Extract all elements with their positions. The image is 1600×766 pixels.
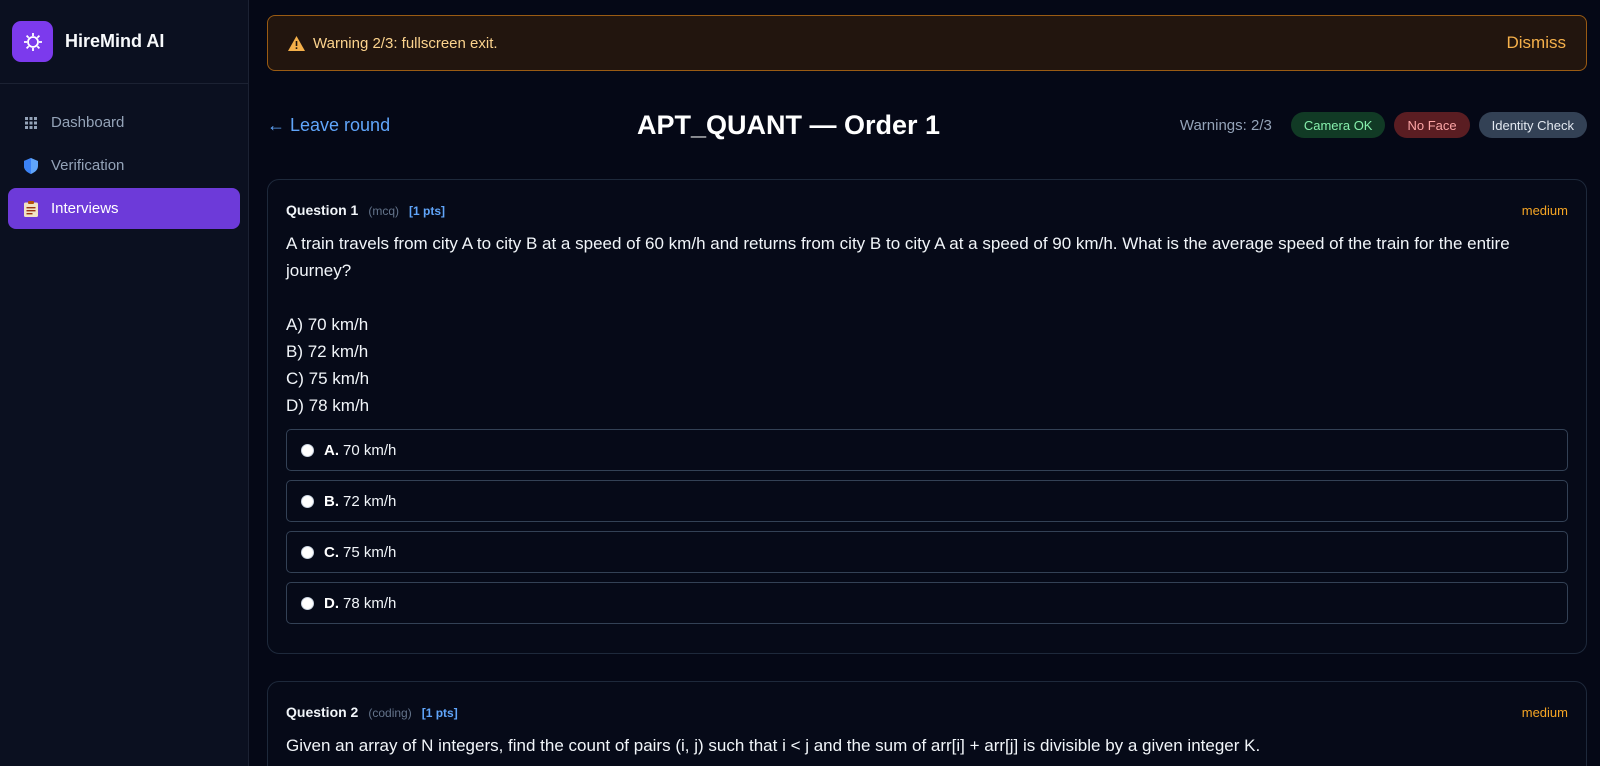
sidebar: HireMind AI Dashboard Verification Inter… <box>0 0 249 766</box>
question-header: Question 2 (coding) [1 pts] medium <box>286 704 1568 720</box>
page-title: APT_QUANT — Order 1 <box>637 110 941 140</box>
main-content: Warning 2/3: fullscreen exit. Dismiss ← … <box>249 0 1600 766</box>
warning-message: Warning 2/3: fullscreen exit. <box>288 35 498 52</box>
sidebar-item-verification[interactable]: Verification <box>8 145 240 186</box>
question-card: Question 2 (coding) [1 pts] medium Given… <box>267 681 1587 766</box>
sidebar-item-label: Verification <box>51 157 125 174</box>
option-text: 75 km/h <box>343 543 397 561</box>
option-text: 78 km/h <box>343 594 397 612</box>
question-label: Question 1 <box>286 202 359 218</box>
warning-banner: Warning 2/3: fullscreen exit. Dismiss <box>267 15 1587 71</box>
sidebar-item-label: Interviews <box>51 200 119 217</box>
face-status-badge: No Face <box>1394 112 1470 138</box>
radio-button[interactable] <box>301 596 314 610</box>
proctoring-status: Warnings: 2/3 Camera OK No Face Identity… <box>1180 112 1587 138</box>
question-type: (mcq) <box>368 204 400 218</box>
question-points: [1 pts] <box>409 204 446 218</box>
answer-option-d[interactable]: D. 78 km/h <box>286 582 1568 624</box>
grid-icon <box>22 114 40 132</box>
clipboard-icon <box>22 200 40 218</box>
question-card: Question 1 (mcq) [1 pts] medium A train … <box>267 179 1587 654</box>
answer-option-c[interactable]: C. 75 km/h <box>286 531 1568 573</box>
sidebar-nav: Dashboard Verification Interviews <box>0 84 248 249</box>
shield-icon <box>22 157 40 175</box>
option-letter: D. <box>324 594 339 612</box>
camera-status-badge: Camera OK <box>1290 112 1386 138</box>
round-header: ← Leave round APT_QUANT — Order 1 Warnin… <box>267 71 1587 179</box>
warning-icon <box>288 35 305 51</box>
brand: HireMind AI <box>0 0 248 84</box>
question-header: Question 1 (mcq) [1 pts] medium <box>286 202 1568 218</box>
radio-button[interactable] <box>301 545 314 559</box>
radio-button[interactable] <box>301 443 314 457</box>
dismiss-button[interactable]: Dismiss <box>1507 33 1567 53</box>
sidebar-item-dashboard[interactable]: Dashboard <box>8 102 240 143</box>
sidebar-item-interviews[interactable]: Interviews <box>8 188 240 229</box>
question-label: Question 2 <box>286 704 359 720</box>
question-text: Given an array of N integers, find the c… <box>286 736 1261 755</box>
question-text: A train travels from city A to city B at… <box>286 234 1510 415</box>
answer-option-b[interactable]: B. 72 km/h <box>286 480 1568 522</box>
option-letter: A. <box>324 441 339 459</box>
difficulty-badge: medium <box>1521 704 1568 720</box>
question-type: (coding) <box>368 706 412 720</box>
option-text: 70 km/h <box>343 441 397 459</box>
leave-round-link[interactable]: ← Leave round <box>267 115 390 136</box>
answer-option-a[interactable]: A. 70 km/h <box>286 429 1568 471</box>
warnings-count: Warnings: 2/3 <box>1179 116 1272 134</box>
sidebar-item-label: Dashboard <box>51 114 125 131</box>
radio-button[interactable] <box>301 494 314 508</box>
difficulty-badge: medium <box>1521 202 1568 218</box>
option-letter: C. <box>324 543 339 561</box>
brand-name: HireMind AI <box>65 31 165 51</box>
brain-gear-icon <box>12 21 53 62</box>
question-points: [1 pts] <box>421 706 458 720</box>
warning-text: Warning 2/3: fullscreen exit. <box>313 34 498 52</box>
option-letter: B. <box>324 492 339 510</box>
option-text: 72 km/h <box>343 492 397 510</box>
answer-options: A. 70 km/h B. 72 km/h C. 75 km/h D. 78 k… <box>286 429 1568 624</box>
identity-check-badge: Identity Check <box>1478 112 1587 138</box>
